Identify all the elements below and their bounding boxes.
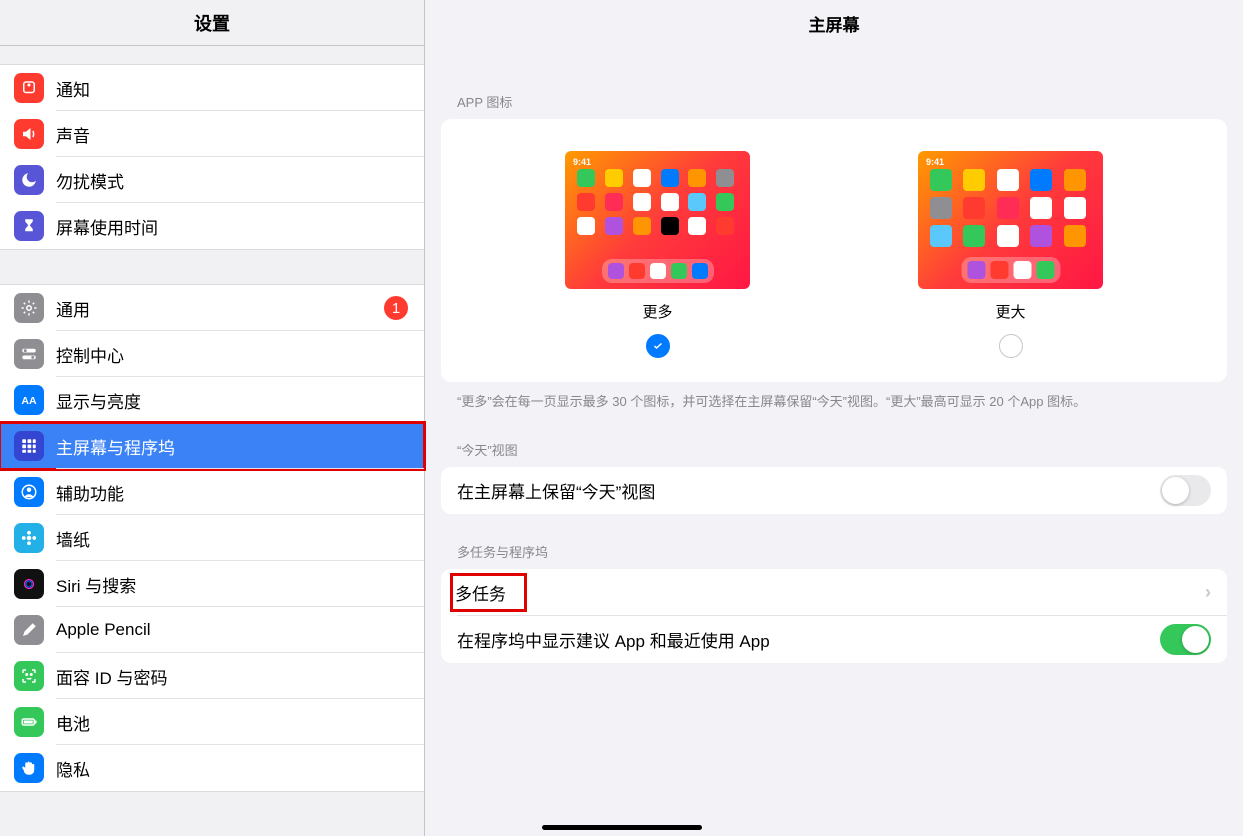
sidebar-item-label: 声音	[56, 122, 410, 147]
sidebar-item-faceid[interactable]: 面容 ID 与密码	[0, 653, 424, 699]
option-label: 更多	[642, 301, 672, 322]
flower-icon	[14, 523, 44, 553]
svg-text:AA: AA	[21, 395, 37, 407]
hand-icon	[14, 753, 44, 783]
battery-icon	[14, 707, 44, 737]
sidebar-item-label: 通知	[56, 76, 410, 101]
home-indicator	[542, 825, 702, 830]
sidebar-item-label: 隐私	[56, 756, 410, 781]
sidebar-item-label: 通用	[56, 296, 384, 321]
sidebar-item-label: 主屏幕与程序坞	[56, 434, 410, 459]
today-switch[interactable]	[1160, 475, 1211, 506]
section-today-label: “今天”视图	[425, 440, 1243, 467]
sidebar: 设置 通知声音勿扰模式屏幕使用时间通用1控制中心AA显示与亮度主屏幕与程序坞辅助…	[0, 0, 425, 836]
preview-more: 9:41	[565, 151, 750, 289]
app-icons-card: 9:41 更多 9:41 更大	[441, 119, 1227, 382]
app-icons-footnote: “更多”会在每一页显示最多 30 个图标，并可选择在主屏幕保留“今天”视图。“更…	[425, 382, 1243, 412]
today-toggle-label: 在主屏幕上保留“今天”视图	[457, 478, 1160, 503]
switch-dock[interactable]	[1160, 624, 1211, 655]
sidebar-item-label: 电池	[56, 710, 410, 735]
sidebar-item-display[interactable]: AA 显示与亮度	[0, 377, 424, 423]
section-app-icons-label: APP 图标	[425, 92, 1243, 119]
sidebar-item-label: 控制中心	[56, 342, 410, 367]
hourglass-icon	[14, 211, 44, 241]
bell-icon	[14, 73, 44, 103]
sidebar-item-battery[interactable]: 电池	[0, 699, 424, 745]
row-dock[interactable]: 在程序坞中显示建议 App 和最近使用 App	[441, 616, 1227, 663]
row-label: 在程序坞中显示建议 App 和最近使用 App	[457, 627, 1160, 652]
sidebar-item-siri[interactable]: Siri 与搜索	[0, 561, 424, 607]
sidebar-title-text: 设置	[194, 10, 230, 36]
today-toggle-row[interactable]: 在主屏幕上保留“今天”视图	[441, 467, 1227, 514]
sidebar-item-label: 勿扰模式	[56, 168, 410, 193]
row-label: 多任务	[457, 576, 1205, 609]
sidebar-item-privacy[interactable]: 隐私	[0, 745, 424, 791]
option-label: 更大	[995, 301, 1025, 322]
today-card: 在主屏幕上保留“今天”视图	[441, 467, 1227, 514]
app-icons-option-more[interactable]: 9:41 更多	[565, 151, 750, 358]
sidebar-item-label: 面容 ID 与密码	[56, 664, 410, 689]
multitask-card: 多任务› 在程序坞中显示建议 App 和最近使用 App	[441, 569, 1227, 663]
aa-icon: AA	[14, 385, 44, 415]
sidebar-item-dnd[interactable]: 勿扰模式	[0, 157, 424, 203]
sidebar-item-home[interactable]: 主屏幕与程序坞	[0, 423, 424, 469]
sidebar-item-label: Apple Pencil	[56, 620, 410, 640]
section-multitask-label: 多任务与程序坞	[425, 542, 1243, 569]
detail-title-text: 主屏幕	[809, 11, 860, 36]
siri-icon	[14, 569, 44, 599]
preview-bigger: 9:41	[918, 151, 1103, 289]
sidebar-item-label: 屏幕使用时间	[56, 214, 410, 239]
radio-bigger[interactable]	[999, 334, 1023, 358]
sidebar-item-label: 辅助功能	[56, 480, 410, 505]
sidebar-item-pencil[interactable]: Apple Pencil	[0, 607, 424, 653]
detail-pane: 主屏幕 APP 图标 9:41 更多 9:41 更大 “更多”会在每一页显示最多 30…	[425, 0, 1243, 836]
switches-icon	[14, 339, 44, 369]
face-icon	[14, 661, 44, 691]
radio-more[interactable]	[646, 334, 670, 358]
gear-icon	[14, 293, 44, 323]
pencil-icon	[14, 615, 44, 645]
sidebar-item-label: 显示与亮度	[56, 388, 410, 413]
badge: 1	[384, 296, 408, 320]
sidebar-item-screentime[interactable]: 屏幕使用时间	[0, 203, 424, 249]
sidebar-item-control[interactable]: 控制中心	[0, 331, 424, 377]
sidebar-item-label: Siri 与搜索	[56, 572, 410, 597]
sidebar-title: 设置	[0, 0, 424, 46]
sidebar-item-accessibility[interactable]: 辅助功能	[0, 469, 424, 515]
detail-title: 主屏幕	[425, 0, 1243, 46]
chevron-right-icon: ›	[1205, 582, 1211, 603]
sidebar-item-notifications[interactable]: 通知	[0, 65, 424, 111]
sidebar-item-general[interactable]: 通用1	[0, 285, 424, 331]
sidebar-item-wallpaper[interactable]: 墙纸	[0, 515, 424, 561]
row-multitask[interactable]: 多任务›	[441, 569, 1227, 616]
speaker-icon	[14, 119, 44, 149]
sidebar-item-sound[interactable]: 声音	[0, 111, 424, 157]
app-icons-option-bigger[interactable]: 9:41 更大	[918, 151, 1103, 358]
grid-icon	[14, 431, 44, 461]
sidebar-item-label: 墙纸	[56, 526, 410, 551]
moon-icon	[14, 165, 44, 195]
person-icon	[14, 477, 44, 507]
